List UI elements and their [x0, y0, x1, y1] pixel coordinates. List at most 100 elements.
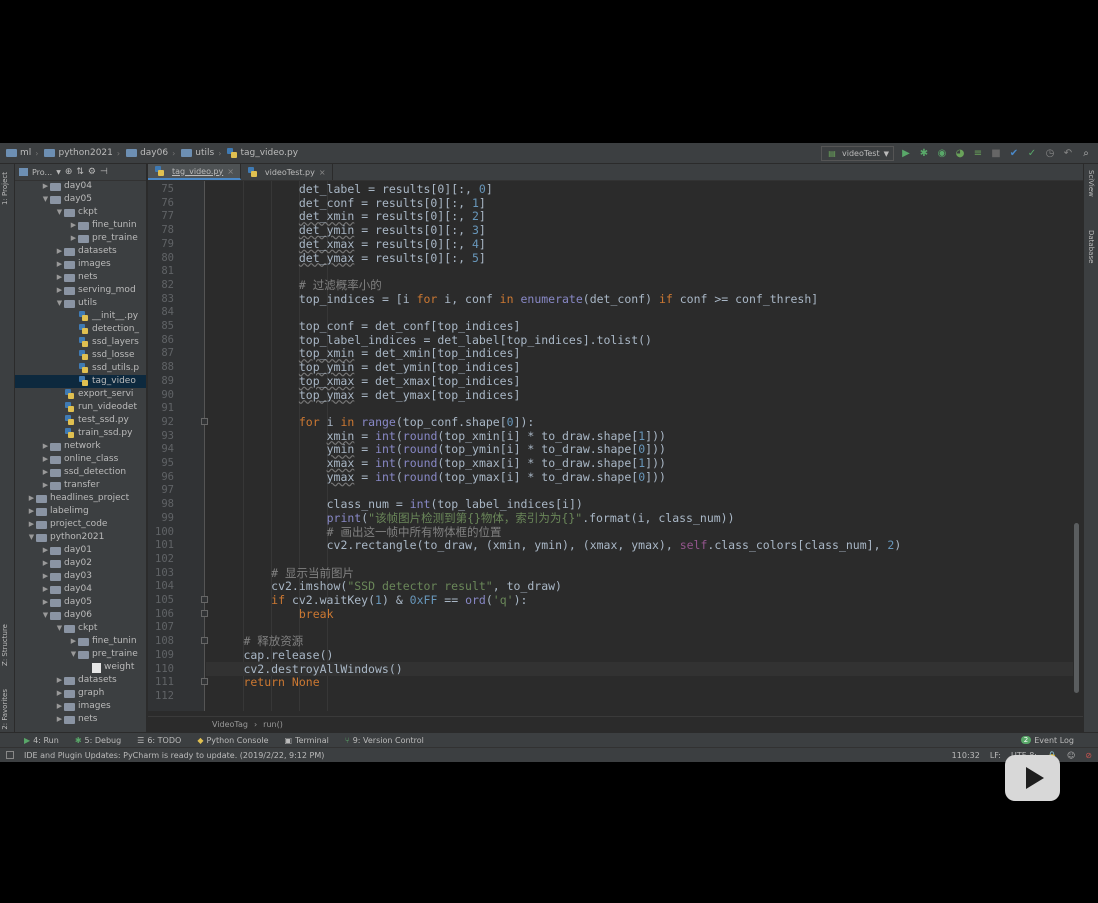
code-line[interactable]: class_num = int(top_label_indices[i]) [206, 497, 583, 511]
editor-scrollbar[interactable] [1074, 523, 1079, 693]
code-line[interactable]: xmax = int(round(top_xmax[i] * to_draw.s… [206, 456, 666, 470]
debug-icon[interactable]: ✱ [918, 148, 930, 160]
structure-tool-tab[interactable]: Z: Structure [1, 624, 9, 666]
run-icon[interactable]: ▶ [900, 148, 912, 160]
tree-folder-item[interactable]: ▼ ckpt [15, 206, 146, 219]
breadcrumb-function[interactable]: run() [263, 720, 283, 729]
tree-folder-item[interactable]: ▼ pre_traine [15, 648, 146, 661]
tab-tag-video[interactable]: tag_video.py × [148, 164, 241, 180]
tree-folder-item[interactable]: ▶ graph [15, 687, 146, 700]
code-line[interactable]: cv2.destroyAllWindows() [206, 661, 1073, 676]
profile-icon[interactable]: ◕ [954, 148, 966, 160]
collapse-icon[interactable]: ⇅ [76, 167, 84, 177]
chevron-right-icon[interactable]: ▶ [41, 180, 50, 193]
chevron-right-icon[interactable]: ▶ [55, 700, 64, 713]
tree-folder-item[interactable]: ▶ datasets [15, 674, 146, 687]
tree-folder-item[interactable]: ▶ nets [15, 713, 146, 726]
breadcrumb-python2021[interactable]: python2021 [38, 148, 116, 158]
chevron-right-icon[interactable]: ▶ [69, 232, 78, 245]
chevron-right-icon[interactable]: ▶ [41, 453, 50, 466]
chevron-right-icon[interactable]: ▶ [27, 518, 36, 531]
tree-folder-item[interactable]: ▼ day06 [15, 609, 146, 622]
chevron-right-icon[interactable]: ▶ [41, 440, 50, 453]
code-line[interactable]: top_indices = [i for i, conf in enumerat… [206, 292, 818, 306]
chevron-down-icon[interactable]: ▼ [55, 622, 64, 635]
tree-folder-item[interactable]: ▼ utils [15, 297, 146, 310]
favorites-tool-tab[interactable]: 2: Favorites [1, 689, 9, 730]
code-line[interactable]: det_xmin = results[0][:, 2] [206, 209, 486, 223]
tree-folder-item[interactable]: ▼ ckpt [15, 622, 146, 635]
code-line[interactable]: break [206, 607, 334, 621]
code-line[interactable]: xmin = int(round(top_xmin[i] * to_draw.s… [206, 429, 666, 443]
concurrency-icon[interactable]: ≡ [972, 148, 984, 160]
tree-folder-item[interactable]: ▼ day05 [15, 193, 146, 206]
status-message[interactable]: IDE and Plugin Updates: PyCharm is ready… [24, 751, 324, 760]
code-line[interactable]: cv2.rectangle(to_draw, (xmin, ymin), (xm… [206, 538, 902, 552]
line-separator[interactable]: LF: [990, 751, 1001, 760]
code-line[interactable]: det_ymax = results[0][:, 5] [206, 251, 486, 265]
vcs-history-icon[interactable]: ◷ [1044, 148, 1056, 160]
tree-file-item[interactable]: test_ssd.py [15, 414, 146, 427]
chevron-right-icon[interactable]: ▶ [41, 479, 50, 492]
coverage-icon[interactable]: ◉ [936, 148, 948, 160]
chevron-right-icon[interactable]: ▶ [41, 557, 50, 570]
tree-file-item[interactable]: export_servi [15, 388, 146, 401]
tree-folder-item[interactable]: ▶ ssd_detection [15, 466, 146, 479]
debug-tool-button[interactable]: ✱ 5: Debug [67, 736, 129, 745]
code-line[interactable]: top_conf = det_conf[top_indices] [206, 319, 521, 333]
breadcrumb-tag-video[interactable]: tag_video.py [221, 148, 302, 158]
code-line[interactable]: # 画出这一帧中所有物体框的位置 [206, 525, 502, 539]
chevron-down-icon[interactable]: ▼ [55, 206, 64, 219]
tree-file-item[interactable]: run_videodet [15, 401, 146, 414]
tree-folder-item[interactable]: ▶ labelimg [15, 505, 146, 518]
chevron-right-icon[interactable]: ▶ [27, 505, 36, 518]
tree-file-item[interactable]: detection_ [15, 323, 146, 336]
code-line[interactable]: det_xmax = results[0][:, 4] [206, 237, 486, 251]
vcs-update-icon[interactable]: ✔ [1008, 148, 1020, 160]
tree-folder-item[interactable]: ▶ day04 [15, 583, 146, 596]
chevron-right-icon[interactable]: ▶ [27, 492, 36, 505]
chevron-right-icon[interactable]: ▶ [55, 687, 64, 700]
breadcrumb-utils[interactable]: utils [175, 148, 218, 158]
tree-folder-item[interactable]: ▶ online_class [15, 453, 146, 466]
tree-folder-item[interactable]: ▶ pre_traine [15, 232, 146, 245]
code-line[interactable]: top_ymax = det_ymax[top_indices] [206, 388, 521, 402]
chevron-right-icon[interactable]: ▶ [55, 713, 64, 726]
tree-folder-item[interactable]: ▶ day01 [15, 544, 146, 557]
hide-icon[interactable]: ⊣ [100, 167, 108, 177]
status-square-icon[interactable] [6, 751, 14, 759]
code-line[interactable]: print("该帧图片检测到第{}物体，索引为为{}".format(i, cl… [206, 511, 735, 525]
chevron-down-icon[interactable]: ▼ [55, 297, 64, 310]
code-line[interactable]: cv2.imshow("SSD detector result", to_dra… [206, 579, 562, 593]
chevron-down-icon[interactable]: ▼ [56, 169, 61, 176]
tree-file-item[interactable]: train_ssd.py [15, 427, 146, 440]
close-icon[interactable]: × [319, 168, 326, 177]
code-line[interactable]: cap.release() [206, 648, 333, 662]
version-control-tool-button[interactable]: ⑂ 9: Version Control [337, 736, 432, 745]
todo-tool-button[interactable]: ☰ 6: TODO [129, 736, 189, 745]
chevron-right-icon[interactable]: ▶ [55, 284, 64, 297]
chevron-right-icon[interactable]: ▶ [41, 570, 50, 583]
tree-folder-item[interactable]: ▶ day05 [15, 596, 146, 609]
tree-file-item[interactable]: ssd_utils.p [15, 362, 146, 375]
locate-icon[interactable]: ⊕ [65, 167, 73, 177]
run-tool-button[interactable]: ▶ 4: Run [16, 736, 67, 745]
code-line[interactable]: # 显示当前图片 [206, 566, 354, 580]
chevron-right-icon[interactable]: ▶ [41, 544, 50, 557]
code-area[interactable]: det_label = results[0][:, 0] det_conf = r… [206, 181, 1083, 711]
code-line[interactable]: if cv2.waitKey(1) & 0xFF == ord('q'): [206, 593, 527, 607]
code-line[interactable]: ymin = int(round(top_ymin[i] * to_draw.s… [206, 442, 666, 456]
project-tool-tab[interactable]: 1: Project [1, 172, 9, 205]
sciview-tool-tab[interactable]: SciView [1087, 170, 1095, 197]
chevron-right-icon[interactable]: ▶ [41, 596, 50, 609]
breadcrumb-ml[interactable]: ml [0, 148, 35, 158]
tree-file-item[interactable]: weight [15, 661, 146, 674]
tree-file-item[interactable]: tag_video [15, 375, 146, 388]
breadcrumb-class[interactable]: VideoTag [212, 720, 248, 729]
code-line[interactable]: top_ymin = det_ymin[top_indices] [206, 360, 521, 374]
chevron-right-icon[interactable]: ▶ [41, 466, 50, 479]
code-editor[interactable]: 75 76 77 78 79 80 81 82 83 84 85 86 87 88 89 90 91 92 93 94… [148, 181, 1083, 711]
caret-position[interactable]: 110:32 [952, 751, 980, 760]
gear-icon[interactable]: ⚙ [88, 167, 96, 177]
tree-folder-item[interactable]: ▶ day02 [15, 557, 146, 570]
